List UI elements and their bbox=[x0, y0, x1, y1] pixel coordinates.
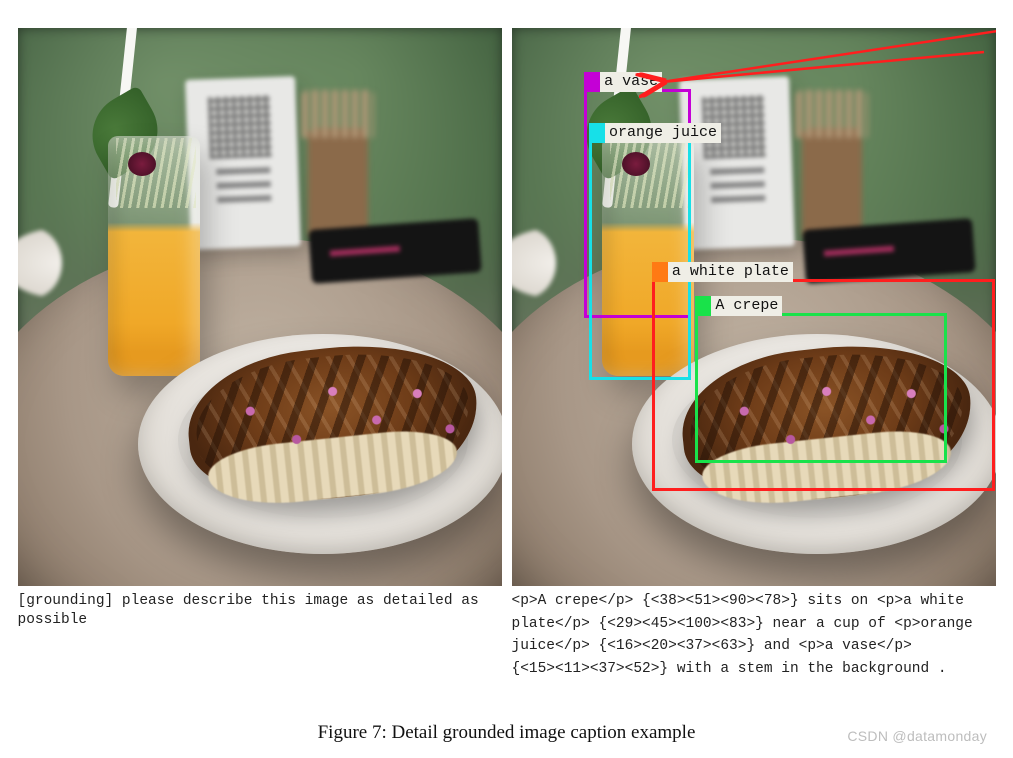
watermark: CSDN @datamonday bbox=[847, 728, 987, 744]
left-panel: [grounding] please describe this image a… bbox=[18, 28, 502, 678]
left-photo bbox=[18, 28, 502, 586]
right-output-line: plate</p> {<29><45><100><83>} near a cup… bbox=[512, 615, 996, 634]
figure-number: Figure 7 bbox=[318, 722, 382, 743]
right-photo: a vase orange juice a white plate A crep… bbox=[512, 28, 996, 586]
left-caption: [grounding] please describe this image a… bbox=[18, 592, 502, 629]
right-output: <p>A crepe</p> {<38><51><90><78>} sits o… bbox=[512, 592, 996, 678]
figure-row: [grounding] please describe this image a… bbox=[18, 28, 995, 678]
right-output-line: juice</p> {<16><20><37><63>} and <p>a va… bbox=[512, 637, 996, 656]
figure-title: Detail grounded image caption example bbox=[392, 722, 696, 743]
right-output-line: <p>A crepe</p> {<38><51><90><78>} sits o… bbox=[512, 592, 996, 611]
right-output-line: {<15><11><37><52>} with a stem in the ba… bbox=[512, 660, 996, 679]
left-prompt-text: [grounding] please describe this image a… bbox=[18, 592, 502, 629]
right-panel: a vase orange juice a white plate A crep… bbox=[512, 28, 996, 678]
